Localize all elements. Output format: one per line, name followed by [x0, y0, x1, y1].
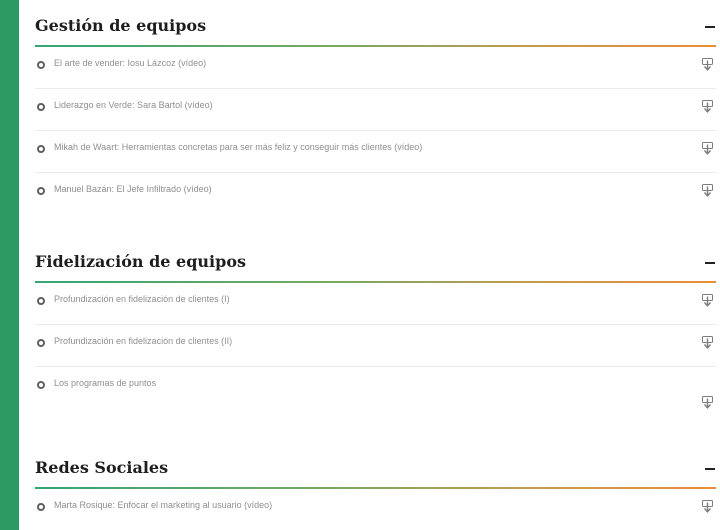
circle-outline-icon [37, 381, 45, 389]
circle-outline-icon [37, 145, 45, 153]
circle-outline-icon [37, 61, 45, 69]
lesson-item[interactable]: Marta Rosique: Enfocar el marketing al u… [35, 489, 716, 530]
download-icon[interactable] [702, 396, 713, 409]
lesson-title: Los programas de puntos [54, 378, 157, 388]
section-title: Fidelización de equipos [35, 252, 246, 271]
lesson-title: Profundización en fidelización de client… [54, 294, 230, 304]
circle-outline-icon [37, 339, 45, 347]
lesson-item[interactable]: Profundización en fidelización de client… [35, 325, 716, 367]
circle-outline-icon [37, 187, 45, 195]
lesson-item[interactable]: Profundización en fidelización de client… [35, 283, 716, 325]
circle-outline-icon [37, 503, 45, 511]
section-title: Gestión de equipos [35, 16, 207, 35]
lesson-item[interactable]: Manuel Bazán: El Jefe Infiltrado (vídeo) [35, 173, 716, 214]
lesson-title: Marta Rosique: Enfocar el marketing al u… [54, 500, 273, 510]
section-title: Redes Sociales [35, 458, 169, 477]
section-header[interactable]: Redes Sociales [35, 453, 716, 487]
section-redes-sociales: Redes Sociales Marta Rosique: Enfocar el… [35, 453, 716, 530]
lesson-item[interactable]: El arte de vender: Iosu Lázcoz (vídeo) [35, 47, 716, 89]
lesson-title: Manuel Bazán: El Jefe Infiltrado (vídeo) [54, 184, 212, 194]
section-fidelizacion-de-equipos: Fidelización de equipos Profundización e… [35, 247, 716, 412]
lesson-item[interactable]: Liderazgo en Verde: Sara Bartol (vídeo) [35, 89, 716, 131]
collapse-minus-icon[interactable] [704, 463, 716, 475]
download-icon[interactable] [702, 58, 713, 71]
course-content-panel: Gestión de equipos El arte de vender: Io… [19, 0, 720, 530]
lesson-item[interactable]: Mikah de Waart: Herramientas concretas p… [35, 131, 716, 173]
lesson-title: Profundización en fidelización de client… [54, 336, 233, 346]
download-icon[interactable] [702, 142, 713, 155]
download-icon[interactable] [702, 336, 713, 349]
lesson-title: Liderazgo en Verde: Sara Bartol (vídeo) [54, 100, 213, 110]
collapse-minus-icon[interactable] [704, 257, 716, 269]
circle-outline-icon [37, 297, 45, 305]
section-header[interactable]: Gestión de equipos [35, 11, 716, 45]
collapse-minus-icon[interactable] [704, 21, 716, 33]
lesson-item[interactable]: Los programas de puntos [35, 367, 716, 412]
download-icon[interactable] [702, 294, 713, 307]
lesson-title: El arte de vender: Iosu Lázcoz (vídeo) [54, 58, 207, 68]
download-icon[interactable] [702, 500, 713, 513]
section-gestion-de-equipos: Gestión de equipos El arte de vender: Io… [35, 11, 716, 214]
section-header[interactable]: Fidelización de equipos [35, 247, 716, 281]
circle-outline-icon [37, 103, 45, 111]
download-icon[interactable] [702, 184, 713, 197]
download-icon[interactable] [702, 100, 713, 113]
lesson-title: Mikah de Waart: Herramientas concretas p… [54, 142, 423, 152]
